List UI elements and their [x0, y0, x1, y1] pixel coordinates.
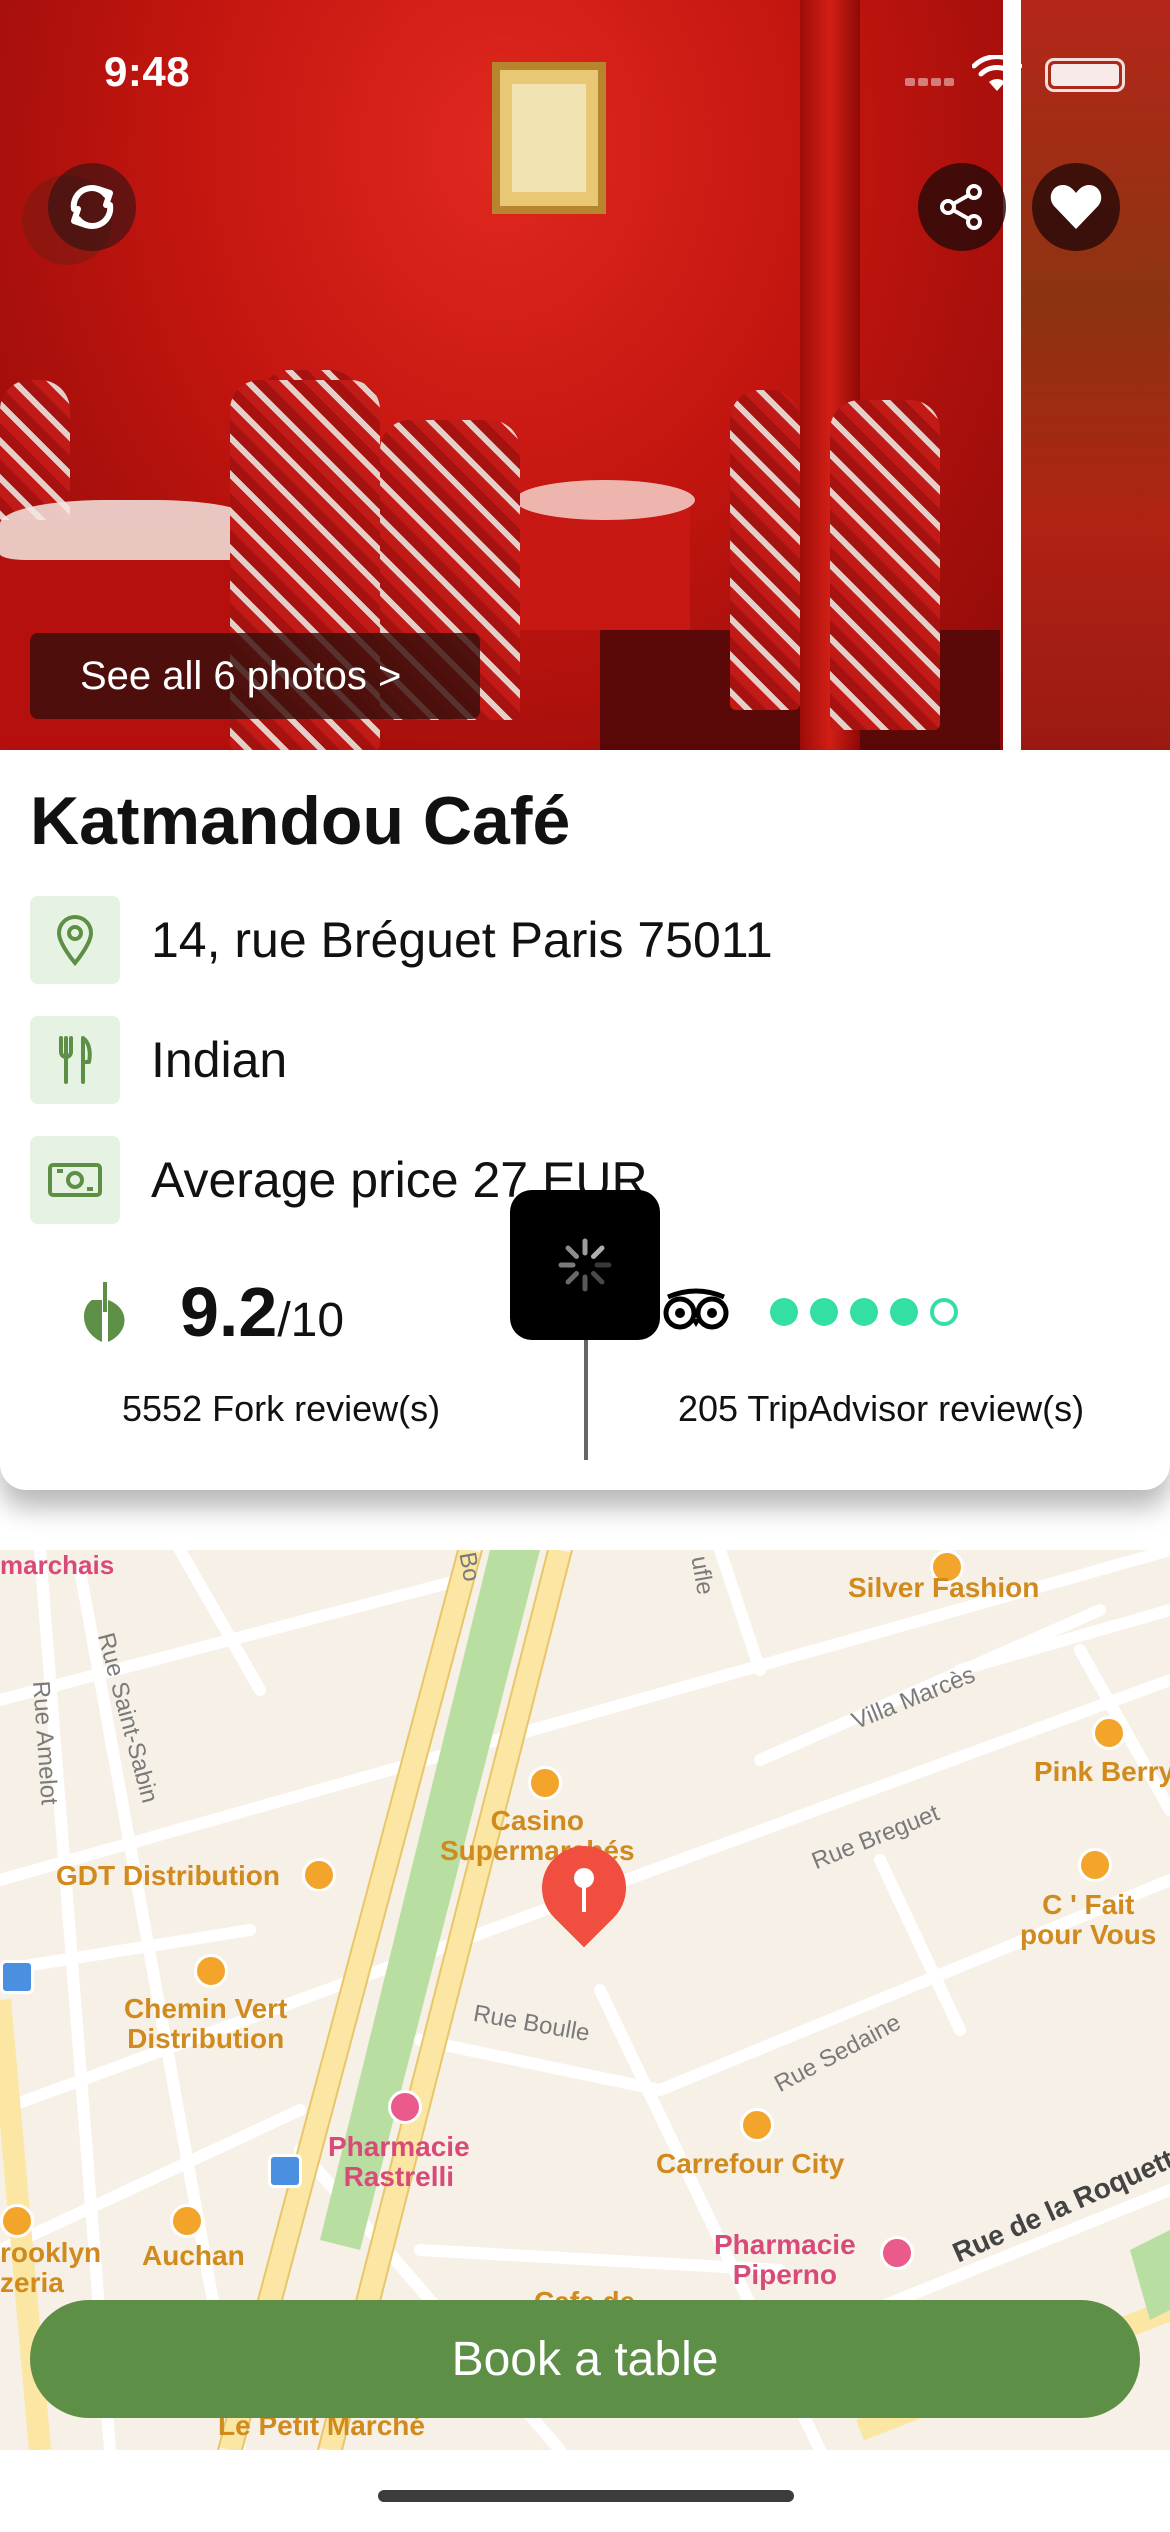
- shop-icon: [302, 1858, 336, 1892]
- cart-icon: [740, 2108, 774, 2142]
- restaurant-name: Katmandou Café: [30, 783, 571, 859]
- signal-icon: [905, 73, 961, 86]
- cuisine-row: Indian: [30, 1016, 1130, 1104]
- status-time: 9:48: [104, 48, 191, 95]
- loading-indicator-line: [584, 1340, 588, 1460]
- shop-icon: [0, 2204, 34, 2238]
- poi-cfait-pour-vous[interactable]: C ' Fait pour Vous: [1020, 1890, 1156, 1950]
- restaurant-photo-next[interactable]: [1021, 0, 1170, 750]
- fork-rating: 9.2/10: [180, 1272, 344, 1352]
- poi-auchan[interactable]: Auchan: [142, 2240, 245, 2272]
- cart-icon: [194, 1954, 228, 1988]
- pharmacy-icon: [880, 2236, 914, 2270]
- map-label-marchais: marchais: [0, 1550, 115, 1580]
- loading-spinner: [510, 1190, 660, 1340]
- shop-icon: [1078, 1848, 1112, 1882]
- street-label: Bo: [453, 1550, 486, 1584]
- favorite-button[interactable]: [1032, 163, 1120, 251]
- tripadvisor-owl-icon: [663, 1288, 729, 1330]
- thefork-logo-icon: [83, 1282, 125, 1342]
- address-row[interactable]: 14, rue Bréguet Paris 75011: [30, 896, 1130, 984]
- rating-bubble-empty: [930, 1298, 958, 1326]
- transit-icon: [268, 2154, 302, 2188]
- home-indicator[interactable]: [378, 2490, 794, 2502]
- banknote-icon: [30, 1136, 120, 1224]
- fork-review-count[interactable]: 5552 Fork review(s): [122, 1388, 440, 1430]
- map-pin-line: [582, 1884, 586, 1912]
- location-pin-icon: [30, 896, 120, 984]
- share-icon: [940, 184, 982, 230]
- poi-silver-fashion[interactable]: Silver Fashion: [848, 1572, 1039, 1604]
- poi-pharmacie-rastrelli[interactable]: Pharmacie Rastrelli: [328, 2132, 470, 2192]
- shop-icon: [1092, 1716, 1126, 1750]
- fork-scale: /10: [277, 1294, 345, 1347]
- status-indicators: [905, 55, 1145, 95]
- poi-chemin-vert[interactable]: Chemin Vert Distribution: [124, 1994, 287, 2054]
- see-all-photos-button[interactable]: See all 6 photos >: [30, 633, 480, 719]
- rating-bubble-filled: [850, 1298, 878, 1326]
- address-text: 14, rue Bréguet Paris 75011: [151, 912, 773, 968]
- rating-bubble-filled: [890, 1298, 918, 1326]
- refresh-button[interactable]: [48, 163, 136, 251]
- tripadvisor-review-count[interactable]: 205 TripAdvisor review(s): [678, 1388, 1084, 1430]
- tripadvisor-rating-bubbles: [770, 1298, 970, 1331]
- book-table-button[interactable]: Book a table: [30, 2300, 1140, 2418]
- poi-pharmacie-piperno[interactable]: Pharmacie Piperno: [714, 2230, 856, 2290]
- refresh-icon: [70, 185, 114, 229]
- wifi-icon: [972, 55, 1022, 91]
- cart-icon: [170, 2204, 204, 2238]
- cart-icon: [528, 1766, 562, 1800]
- fork-knife-icon: [30, 1016, 120, 1104]
- poi-carrefour-city[interactable]: Carrefour City: [656, 2148, 844, 2180]
- rating-bubble-filled: [770, 1298, 798, 1326]
- poi-brooklyn-pizzeria[interactable]: rooklyn zeria: [0, 2238, 101, 2298]
- poi-pink-berry[interactable]: Pink Berry: [1034, 1756, 1170, 1788]
- heart-icon: [1050, 185, 1102, 229]
- rating-bubble-filled: [810, 1298, 838, 1326]
- transit-icon: [0, 1960, 34, 1994]
- pharmacy-icon: [388, 2090, 422, 2124]
- fork-score: 9.2: [180, 1273, 278, 1351]
- cuisine-text: Indian: [151, 1032, 288, 1088]
- battery-icon: [1045, 58, 1125, 92]
- spinner-icon: [558, 1238, 612, 1292]
- poi-gdt-distribution[interactable]: GDT Distribution: [56, 1860, 280, 1892]
- share-button[interactable]: [918, 163, 1006, 251]
